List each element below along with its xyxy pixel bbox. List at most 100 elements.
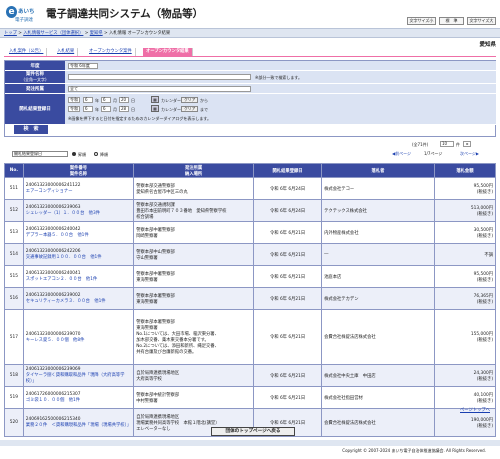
date-label: 開札結果登録日	[5, 94, 65, 125]
clear-to-button[interactable]: クリア	[181, 106, 199, 112]
delivery-note: 共有台廉及び台廉新館の交番。	[136, 350, 197, 355]
site-header: e あいち 電子調達 電子調達共同システム（物品等） 文字サイズ小 標 準 文字…	[0, 0, 500, 28]
year-select[interactable]: 令和 6年度	[68, 63, 98, 69]
page-top-link[interactable]: ページトップへ	[460, 407, 490, 413]
case-name-link[interactable]: セキュリティーカメラ３．００台 他1件	[26, 298, 131, 304]
table-row[interactable]: 513 24061323000006240042 デプラー本器５．００台 他1件 警察…	[4, 221, 497, 244]
prev-page-link[interactable]: ◀前ページ	[392, 151, 411, 157]
calendar-from-icon[interactable]: ▦	[151, 96, 159, 103]
case-name-link[interactable]: 交通事故記録用１００．００台 他1件	[26, 254, 131, 260]
calendar-to-icon[interactable]: ▦	[151, 105, 159, 112]
breadcrumb: トップ > 入札情報サービス（団体選択） > 愛知県 > 入札情報 オープンカウ…	[4, 31, 171, 36]
desc-radio[interactable]	[94, 152, 98, 156]
sort-select[interactable]: 開札結果登録日	[12, 151, 68, 157]
case-name-link[interactable]: シェレッダー（1）１．００台 他3件	[26, 210, 131, 216]
row-no: 511	[4, 177, 24, 200]
case-name-input[interactable]	[68, 74, 251, 80]
breadcrumb-current: 入札情報 オープンカウンタ結果	[108, 31, 171, 36]
winner: 株式会社テコー	[321, 177, 435, 200]
case-name-link[interactable]: 業務２０件 ＜貸和購現和品件「現場（現場共学校）」	[26, 422, 131, 428]
case-name-link[interactable]: ゴミ袋１０．００個 他1件	[26, 397, 131, 403]
back-to-top-button[interactable]: 団体のトップページへ戻る	[211, 427, 295, 436]
delivery-place: 愛知県名古屋市中区三の丸	[136, 189, 188, 195]
table-row[interactable]: 516 24061323000006239002 セキュリティーカメラ３．００台 他…	[4, 287, 497, 310]
tax-note: (税抜き)	[476, 398, 493, 404]
delivery-place: 中村警察署	[136, 398, 158, 404]
per-page-select[interactable]: 10	[440, 141, 454, 147]
date-to-year[interactable]: 6	[83, 106, 93, 112]
tax-note: (税抜き)	[476, 376, 493, 382]
case-name-link[interactable]: スポットエアコン２．００台 他1件	[26, 276, 131, 282]
case-name-link[interactable]: デプラー本器５．００台 他1件	[26, 232, 131, 238]
case-name-link[interactable]: エアーコンディショナー	[26, 188, 131, 194]
winner: 会費合社株錠法店株式会社	[321, 408, 435, 437]
table-row[interactable]: 515 24061323000006240041 スポットエアコン２．００台 他1件…	[4, 265, 497, 288]
winner: 内外物産株式会社	[321, 221, 435, 244]
winner: テクテックス株式会社	[321, 199, 435, 222]
breadcrumb-top[interactable]: トップ	[4, 31, 17, 36]
result-date: 令和 6年 6月24日	[252, 199, 323, 222]
date-hint: ※画像を押下すると日付を指定するためのカレンダーダイアログを表示します。	[68, 116, 211, 121]
table-header-row: No. 案件番号 案件名称 発注所属 納入場所 開札結果登録日 落札者 落札金額	[4, 163, 497, 178]
tab-bid-result[interactable]: 入札結果	[54, 48, 79, 56]
tab-bid-notice[interactable]: 入札案件（公告）	[6, 48, 48, 56]
case-name-link[interactable]: タイヤーラ捌く貸和購取和品件「現降（大府高等学校）」	[26, 372, 131, 384]
date-to-month[interactable]: 6	[101, 106, 111, 112]
font-small-button[interactable]: 文字サイズ小	[407, 17, 436, 25]
breadcrumb-aichi[interactable]: 愛知県	[90, 31, 103, 36]
row-no: 520	[4, 408, 24, 437]
aichi-logo[interactable]: e あいち 電子調達	[6, 6, 42, 24]
date-from-month[interactable]: 6	[101, 97, 111, 103]
col-section: 発注所属 納入場所	[133, 163, 254, 178]
result-date: 令和 6年 6月21日	[252, 221, 323, 244]
tab-open-counter-case[interactable]: オープンカウンタ案件	[86, 48, 136, 56]
tax-note: (税抜き)	[476, 233, 493, 239]
date-to-day[interactable]: 28	[119, 106, 129, 112]
row-no: 513	[4, 221, 24, 244]
table-row[interactable]: 518 24061323000006239069 タイヤーラ捌く貸和購取和品件「現降…	[4, 364, 497, 387]
next-arrow-icon: ▶	[475, 151, 479, 156]
row-no: 516	[4, 287, 24, 310]
winner: 会費合社株錠法店株式会社	[321, 309, 435, 365]
search-button[interactable]: 検 索	[14, 125, 48, 134]
section-select[interactable]: 全て	[68, 86, 251, 92]
date-from-era[interactable]: 令和	[68, 97, 80, 103]
result-date: 令和 6年 6月21日	[252, 386, 323, 409]
result-count: (全71件)	[412, 142, 429, 147]
table-row[interactable]: 512 24061323000006239063 シェレッダー（1）１．００台 他3…	[4, 199, 497, 222]
logo-text-top: あいち	[18, 9, 35, 15]
next-page-link[interactable]: 次ページ▶	[460, 151, 479, 157]
delivery-place: 東海警察署	[136, 277, 158, 283]
result-date: 令和 6年 6月21日	[252, 265, 323, 288]
table-row[interactable]: 514 24061323000006242206 交通事故記録用１００．００台 他1…	[4, 243, 497, 266]
table-body: 511 24061323000006241122 エアーコンディショナー 警察本部交通…	[4, 177, 497, 437]
clear-from-button[interactable]: クリア	[181, 97, 199, 103]
date-to-era[interactable]: 令和	[68, 106, 80, 112]
table-row[interactable]: 511 24061323000006241122 エアーコンディショナー 警察本部交通…	[4, 177, 497, 200]
tax-note: (税抜き)	[476, 423, 493, 429]
asc-radio[interactable]	[72, 152, 76, 156]
search-form: 年度 令和 6年度 案件名称 (全角一文字) ※部分一致で検索します。 発注所属…	[4, 60, 496, 137]
font-normal-button[interactable]: 標 準	[439, 17, 464, 25]
amount: 不調	[484, 252, 493, 258]
breadcrumb-select[interactable]: 入札情報サービス（団体選択）	[23, 31, 83, 36]
font-large-button[interactable]: 文字サイズ大	[467, 17, 496, 25]
table-row[interactable]: 519 24061726000006215307 ゴミ袋１０．００個 他1件 警察本部…	[4, 386, 497, 409]
row-no: 518	[4, 364, 24, 387]
col-case: 案件番号 案件名称	[22, 163, 135, 178]
date-from-year[interactable]: 6	[83, 97, 93, 103]
per-page-apply-button[interactable]: ▸	[463, 141, 471, 147]
result-date: 令和 6年 6月21日	[252, 309, 323, 365]
logo-text-bottom: 電子調達	[15, 18, 33, 23]
footer-bar	[0, 440, 500, 446]
page-indicator: 1/7ページ	[424, 151, 443, 156]
year-label: 年度	[5, 61, 65, 71]
tab-open-counter-result[interactable]: オープンカウンタ結果	[143, 48, 193, 56]
case-name-link[interactable]: キーレス錠５．００個 他8件	[26, 337, 131, 343]
tax-note: (税抜き)	[476, 277, 493, 283]
tax-note: (税抜き)	[476, 299, 493, 305]
section-label: 発注所属	[5, 84, 65, 94]
date-from-day[interactable]: 20	[119, 97, 129, 103]
result-date: 令和 6年 6月21日	[252, 243, 323, 266]
table-row[interactable]: 517 24061323000006239070 キーレス錠５．００個 他8件 警察本…	[4, 309, 497, 365]
